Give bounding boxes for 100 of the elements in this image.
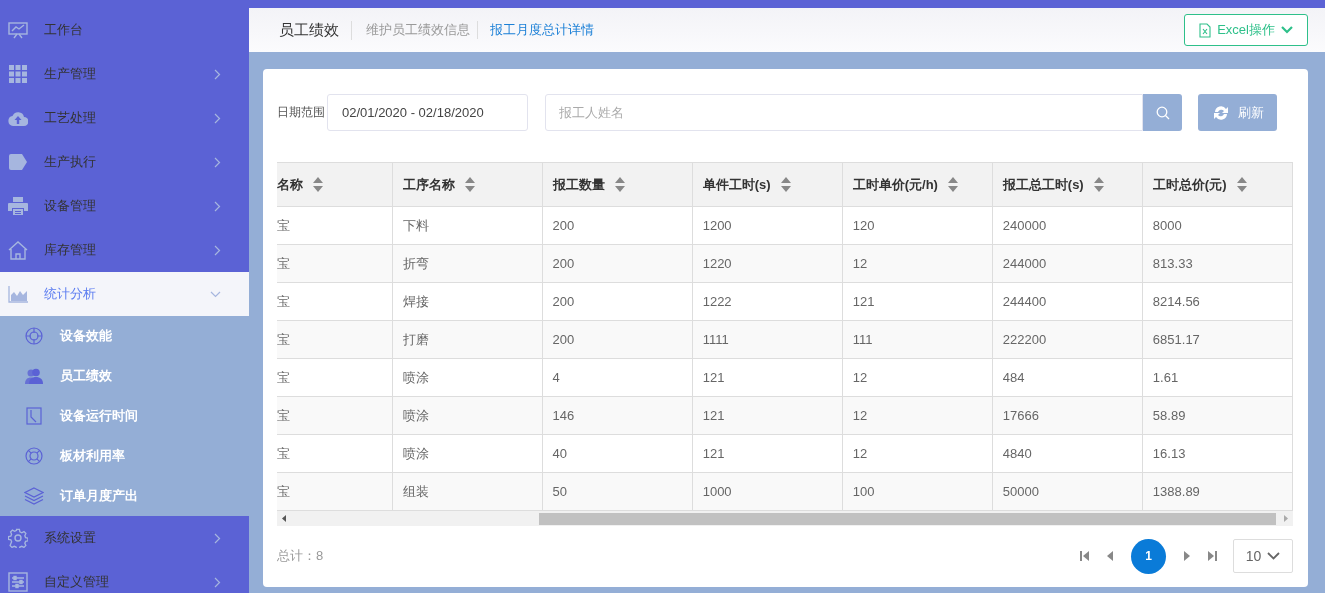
chevron-down-icon — [1281, 26, 1293, 34]
table-cell: 宝 — [277, 396, 393, 435]
presentation-chart-icon — [8, 21, 28, 39]
sidebar-item[interactable]: 工作台 — [0, 8, 249, 52]
table-cell: 120 — [842, 206, 993, 245]
table-cell: 813.33 — [1142, 244, 1293, 283]
submenu-item[interactable]: 设备效能 — [0, 316, 249, 356]
table-cell: 121 — [692, 434, 843, 473]
sort-icon[interactable] — [947, 177, 958, 192]
table-cell: 200 — [542, 206, 693, 245]
table-cell: 1.61 — [1142, 358, 1293, 397]
search-icon — [1155, 105, 1170, 120]
excel-button[interactable]: Excel操作 — [1184, 14, 1308, 46]
last-page-icon — [1208, 551, 1217, 561]
table-cell: 50 — [542, 472, 693, 511]
last-page-button[interactable] — [1208, 551, 1217, 561]
house-icon — [8, 240, 28, 260]
submenu-item[interactable]: 员工绩效 — [0, 356, 249, 396]
table-cell: 40 — [542, 434, 693, 473]
clock-icon — [26, 407, 42, 425]
sliders-icon — [8, 572, 28, 592]
table-cell: 1111 — [692, 320, 843, 359]
sidebar-item[interactable]: 生产管理 — [0, 52, 249, 96]
page-size-select[interactable]: 10 — [1233, 539, 1293, 573]
sidebar-item[interactable]: 设备管理 — [0, 184, 249, 228]
sort-icon[interactable] — [1236, 177, 1247, 192]
name-search-field[interactable]: 报工人姓名 — [545, 94, 1143, 131]
column-header: 名称 — [277, 175, 303, 194]
ring-icon — [25, 447, 43, 465]
sidebar-item[interactable]: 自定义管理 — [0, 560, 249, 593]
table-cell: 下料 — [392, 206, 543, 245]
column-header: 工时总价(元) — [1152, 175, 1227, 194]
previous-page-button[interactable] — [1107, 551, 1113, 561]
area-chart-icon — [8, 285, 28, 303]
next-page-button[interactable] — [1184, 551, 1190, 561]
submenu-item[interactable]: 板材利用率 — [0, 436, 249, 476]
sort-icon[interactable] — [1093, 177, 1104, 192]
spreadsheet-file-icon — [1199, 22, 1212, 38]
column-header: 工时单价(元/h) — [852, 175, 938, 194]
search-button[interactable] — [1143, 94, 1182, 131]
table-cell: 200 — [542, 320, 693, 359]
table-cell: 喷涂 — [392, 358, 543, 397]
table-cell: 50000 — [992, 472, 1143, 511]
chevron-right-icon — [214, 156, 221, 168]
table-cell: 1200 — [692, 206, 843, 245]
sort-icon[interactable] — [313, 177, 323, 192]
table-cell: 喷涂 — [392, 396, 543, 435]
page-number-button[interactable]: 1 — [1131, 538, 1166, 574]
table-cell: 16.13 — [1142, 434, 1293, 473]
date-range-label: 日期范围 — [277, 104, 325, 121]
layers-icon — [24, 487, 44, 505]
chevron-right-icon — [214, 112, 221, 124]
page-title: 员工绩效 — [279, 20, 352, 40]
page-subtitle: 维护员工绩效信息 — [352, 21, 478, 39]
table-cell: 4840 — [992, 434, 1143, 473]
first-page-button[interactable] — [1080, 551, 1089, 561]
chevron-right-icon — [214, 200, 221, 212]
table-cell: 244000 — [992, 244, 1143, 283]
table-cell: 121 — [692, 396, 843, 435]
chevron-right-icon — [214, 532, 221, 544]
chevron-right-icon — [214, 244, 221, 256]
chevron-down-icon — [1267, 552, 1281, 560]
sort-icon[interactable] — [780, 177, 791, 192]
table-cell: 宝 — [277, 206, 393, 245]
table-cell: 喷涂 — [392, 434, 543, 473]
date-range-field[interactable]: 02/01/2020 - 02/18/2020 — [327, 94, 528, 131]
sidebar-item[interactable]: 统计分析 — [0, 272, 249, 316]
table-cell: 宝 — [277, 434, 393, 473]
sidebar-item[interactable]: 生产执行 — [0, 140, 249, 184]
total-count: 总计：8 — [277, 547, 325, 565]
previous-icon — [1107, 551, 1113, 561]
submenu-item[interactable]: 订单月度产出 — [0, 476, 249, 516]
table-cell: 12 — [842, 434, 993, 473]
table-cell: 200 — [542, 244, 693, 283]
sort-icon[interactable] — [464, 177, 475, 192]
sidebar-item[interactable]: 系统设置 — [0, 516, 249, 560]
chevron-down-icon — [210, 290, 221, 298]
table-cell: 146 — [542, 396, 693, 435]
table-cell: 121 — [842, 282, 993, 321]
detail-link[interactable]: 报工月度总计详情 — [478, 21, 1185, 39]
refresh-icon — [1211, 104, 1230, 121]
next-icon — [1184, 551, 1190, 561]
tag-icon — [8, 154, 28, 170]
column-header: 报工数量 — [552, 175, 605, 194]
table-cell: 8000 — [1142, 206, 1293, 245]
refresh-button[interactable]: 刷新 — [1198, 94, 1277, 131]
table-cell: 4 — [542, 358, 693, 397]
sidebar-item[interactable]: 工艺处理 — [0, 96, 249, 140]
table-cell: 12 — [842, 396, 993, 435]
chevron-right-icon — [214, 576, 221, 588]
sidebar-item[interactable]: 库存管理 — [0, 228, 249, 272]
horizontal-scrollbar[interactable] — [277, 511, 1293, 526]
grid-icon — [9, 65, 27, 83]
table-cell: 组装 — [392, 472, 543, 511]
submenu-item[interactable]: 设备运行时间 — [0, 396, 249, 436]
table-cell: 1220 — [692, 244, 843, 283]
table-cell: 484 — [992, 358, 1143, 397]
sort-icon[interactable] — [614, 177, 625, 192]
table-cell: 200 — [542, 282, 693, 321]
cloud-upload-icon — [8, 110, 28, 126]
